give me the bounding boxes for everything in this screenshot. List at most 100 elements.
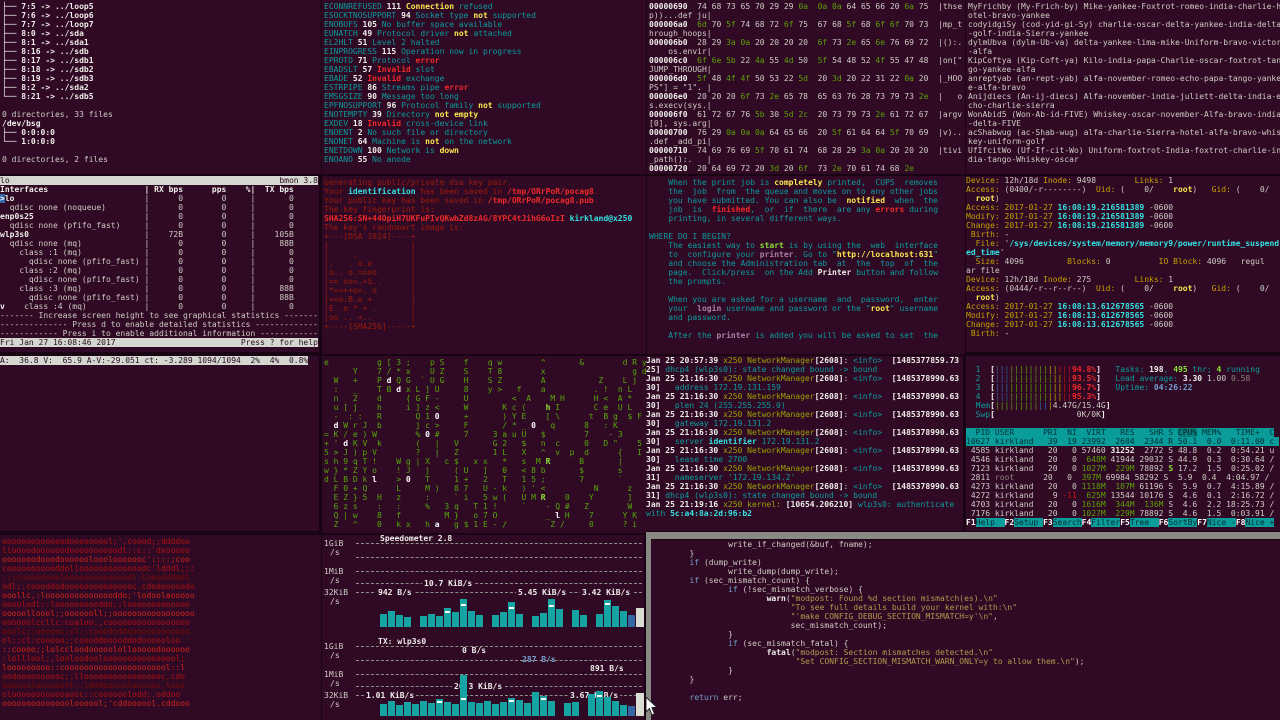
- terminal-line: EUNATCH 49 Protocol driver not attached: [324, 29, 646, 38]
- terminal-line: A: 36.8 V: 65.9 A-V:-29.051 ct: -3.289 1…: [0, 356, 319, 365]
- terminal-line: Jan 25 21:16:30 x250 NetworkManager[2608…: [646, 392, 963, 401]
- terminal-line: os.envir|: [649, 47, 965, 56]
- terminal-line: |E .o * + . |: [324, 304, 646, 313]
- traffic-bar: [484, 701, 491, 716]
- terminal-line: qdisc none (pfifo_fast) | 0 0 | 0: [0, 221, 319, 230]
- terminal-line: Device: 12h/18d Inode: 275 Links: 1: [966, 275, 1280, 284]
- pane-htop[interactable]: 1 [||||||||||||||||94.8%] Tasks: 198, 49…: [966, 356, 1280, 531]
- terminal-line: ooollc,:looooooooooooooddo;'lodoolaooooo: [2, 591, 321, 600]
- terminal-line: ooooooloooooool::ldddoooooloooooc,looo: [2, 681, 321, 690]
- terminal-line: qdisc none (noqueue) | 0 0 | 0: [0, 203, 319, 212]
- terminal-line: [651, 684, 1280, 693]
- terminal-line: +---[DSA 1024]----+: [324, 232, 646, 241]
- terminal-line: [966, 356, 1280, 365]
- terminal-line: File: '/sys/devices/system/memory/memory…: [966, 239, 1280, 248]
- traffic-bar: [628, 706, 635, 716]
- terminal-line: ------------ Press i to enable additiona…: [0, 329, 319, 338]
- pane-hexdump[interactable]: 00000690 74 68 73 65 70 29 29 0a 0a 0a 6…: [647, 0, 965, 174]
- pane-mplayer-status[interactable]: A: 36.8 V: 65.9 A-V:-29.051 ct: -3.289 1…: [0, 356, 319, 531]
- terminal-line: 30] address 172.19.131.159: [646, 383, 963, 392]
- terminal-line: /dev/bsg: [2, 119, 321, 128]
- terminal-line: :lolllool;,looloodooloooooooooooooool;: [2, 654, 321, 663]
- annotation-avg: 10.7 KiB/s: [422, 579, 474, 588]
- pane-vim-modpost-c[interactable]: write_if_changed(&buf, fname); } if (dum…: [651, 540, 1280, 720]
- terminal-line: Anijdiecs (An-ij-diecs) Alfa-november-in…: [968, 92, 1280, 101]
- pane-journalctl[interactable]: Jan 25 20:57:39 x250 NetworkManager[2608…: [646, 356, 963, 531]
- terminal-line: odl;:coooddodooooooooooooooc.cdodooooodo: [2, 582, 321, 591]
- terminal-line: you have submitted. You can also be noti…: [649, 196, 965, 205]
- y-axis-label: 1MiB/s: [324, 670, 343, 688]
- pane-stat-output[interactable]: Device: 12h/18d Inode: 9498 Links: 1Acce…: [966, 176, 1280, 352]
- traffic-bar: [460, 675, 467, 716]
- terminal-line: and password.: [649, 313, 965, 322]
- terminal-line: oodoooooooooc;:llooooooooooooooooc,cdo: [2, 672, 321, 681]
- terminal-line: ENONET 64 Machine is not on the network: [324, 137, 646, 146]
- terminal-line: Change: 2017-01-27 16:08:19.216581389 -0…: [966, 221, 1280, 230]
- terminal-line: UfIfcitWo (Uf-If-cit-Wo) Uniform-foxtrot…: [968, 146, 1280, 155]
- terminal-line: Access: (0400/-r--------) Uid: ( 0/ root…: [966, 185, 1280, 194]
- pane-ssh-keygen[interactable]: Generating public/private dsa key pair.Y…: [322, 176, 646, 354]
- terminal-line: 00000690 74 68 73 65 70 29 29 0a 0a 0a 6…: [649, 2, 965, 11]
- pane-errno-list[interactable]: ECONNREFUSED 111 Connection refusedESOCK…: [322, 0, 646, 174]
- traffic-bar: [516, 614, 523, 627]
- pane-apg-passphrases[interactable]: MyFrichby (My-Frich-by) Mike-yankee-Foxt…: [966, 0, 1280, 174]
- y-axis-label: 1GiB/s: [324, 642, 343, 660]
- terminal-line: 6 z s : : % 3 q T 1 ! ` - Q # Z W: [324, 502, 646, 511]
- terminal-line: }: [651, 666, 1280, 675]
- terminal-line: 31] dhcp4 (wlp3s0): state changed bound …: [646, 491, 963, 500]
- terminal-line: Y 7 / * x U Z S T 8 x g d: [324, 367, 646, 376]
- terminal-line: oooooolccllc:coaloo:,cooooooooooooooooo: [2, 618, 321, 627]
- traffic-bar: [572, 702, 579, 716]
- terminal-line: job is finished, or if there are any err…: [649, 205, 965, 214]
- traffic-bar: [500, 612, 507, 627]
- pane-ascii-art[interactable]: ooooooooooooodooooooool;',coood;;ddddool…: [0, 535, 321, 720]
- terminal-line: e g [ 3 ; p S f q w ^ & d R y: [324, 358, 646, 367]
- gridline: [356, 646, 642, 647]
- traffic-bar: [620, 611, 627, 627]
- terminal-line: oloooooooooooaooc::coooooolodd;.oddoo: [2, 690, 321, 699]
- terminal-line: 4272 kirkland 9 -11 625M 13544 10176 S 4…: [966, 491, 1280, 500]
- terminal-line: "To see full details build your kernel w…: [651, 603, 1280, 612]
- terminal-line: The key fingerprint is:: [324, 205, 646, 214]
- terminal-line: 00000710 74 69 76 69 5f 70 61 74 68 28 2…: [649, 146, 965, 155]
- terminal-line: v class :4 (mq) | 0 0 | 0: [0, 302, 319, 311]
- pane-speedometer[interactable]: 1GiB/s 1MiB/s 32KiB/s Speedometer 2.8 10…: [322, 535, 644, 720]
- terminal-line: }: [651, 549, 1280, 558]
- terminal-line: [2, 101, 321, 110]
- pane-cmatrix[interactable]: e g [ 3 ; p S f q w ^ & d R y Y 7 / * x …: [322, 356, 646, 533]
- gridline: [356, 660, 642, 661]
- terminal-line: 5 > J ) p V ? | Z 1 L X ^ v p d { I: [324, 448, 646, 457]
- terminal-line: page. Click/press on the Add Printer but…: [649, 268, 965, 277]
- terminal-line: 4703 kirkland 20 0 1616M 344M 136M S 4.6…: [966, 500, 1280, 509]
- terminal-line: ├── 7:5 -> ../loop5: [2, 2, 321, 11]
- annotation-right1: 5.45 KiB/s: [516, 588, 568, 597]
- terminal-line: 000006d0 5f 48 4f 4f 50 53 22 5d 20 3d 2…: [649, 74, 965, 83]
- terminal-line: dia-tango-Whiskey-oscar: [968, 155, 1280, 164]
- traffic-bar: [500, 702, 507, 716]
- terminal-line: : _ T B d x L ] U 8 y > f a . ! n L: [324, 385, 646, 394]
- terminal-line: your login username and password or the …: [649, 304, 965, 313]
- terminal-line: warn("modpost: Found %d section mismatch…: [651, 594, 1280, 603]
- pane-cups-doc[interactable]: When the print job is completely printed…: [647, 176, 965, 354]
- terminal-line: the job from the queue and moves on to a…: [649, 187, 965, 196]
- terminal-line: Change: 2017-01-27 16:08:13.612678565 -0…: [966, 320, 1280, 329]
- pane-bmon[interactable]: lo bmon 3.8Interfaces | RX bps pps %| TX…: [0, 176, 319, 352]
- terminal-line: Mem[||||||||||||4.47G/15.4G]: [966, 401, 1280, 410]
- terminal-line: ooooooooooooodooooooool;',coood;;ddddoo: [2, 537, 321, 546]
- terminal-line: ├── 7:6 -> ../loop6: [2, 11, 321, 20]
- terminal-line: + ' d K V k ( | V G 2 $ n c 0 D " 5: [324, 439, 646, 448]
- terminal-line: EMSGSIZE 90 Message too long: [324, 92, 646, 101]
- terminal-line: class :1 (mq) | 0 0 | 0: [0, 248, 319, 257]
- terminal-line: E Z } 5 H z : ` i 5 w ( U M R 0 Y ]: [324, 493, 646, 502]
- traffic-bar: [532, 616, 539, 627]
- gridline: [356, 543, 642, 544]
- terminal-line: 4546 kirkland 20 0 648M 41944 29032 S 44…: [966, 455, 1280, 464]
- terminal-line: write_if_changed(&buf, fname);: [651, 540, 1280, 549]
- pane-dev-tree[interactable]: ├── 7:5 -> ../loop5├── 7:6 -> ../loop6├─…: [0, 0, 321, 174]
- tx-bars: [380, 599, 642, 627]
- terminal-line: p))...def ju|: [649, 11, 965, 20]
- terminal-line: if (!sec_mismatch_verbose) {: [651, 585, 1280, 594]
- terminal-line: hrough_hoops|: [649, 29, 965, 38]
- traffic-bar: [396, 615, 403, 627]
- terminal-line: When the print job is completely printed…: [649, 178, 965, 187]
